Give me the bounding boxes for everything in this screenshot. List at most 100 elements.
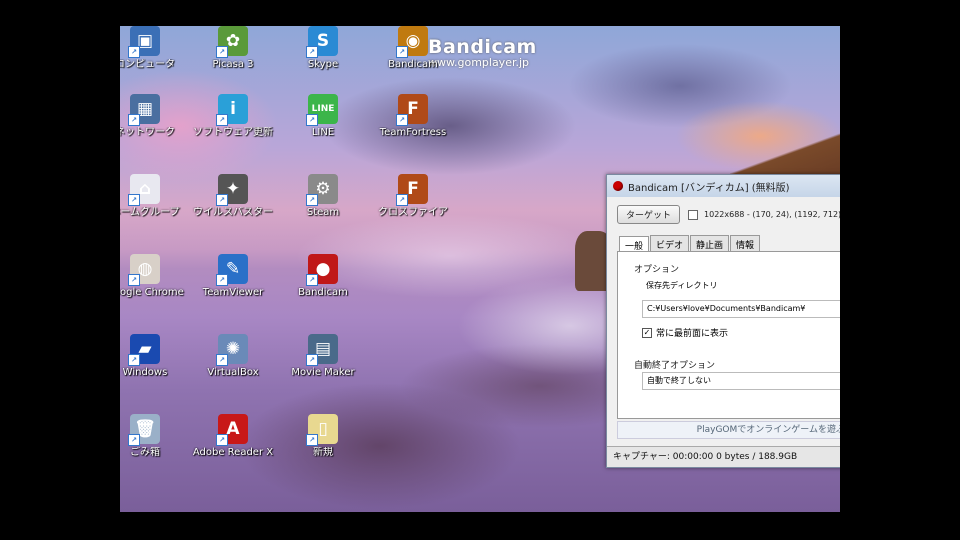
virtualbox-icon: ✺ ↗ xyxy=(216,334,248,366)
recycle-bin-icon: 🗑 ↗ xyxy=(128,414,160,446)
desktop-icon-label: ごみ箱 xyxy=(130,447,160,458)
always-on-top-row[interactable]: ✓ 常に最前面に表示 xyxy=(642,326,728,339)
general-panel: オプション 保存先ディレクトリ C:¥Users¥love¥Documents¥… xyxy=(617,251,840,419)
network-icon: ▦ ↗ xyxy=(128,94,160,126)
desktop-icon[interactable]: ◍↗Google Chrome xyxy=(120,254,190,299)
shortcut-arrow-icon: ↗ xyxy=(306,46,318,58)
shortcut-arrow-icon: ↗ xyxy=(396,114,408,126)
shortcut-arrow-icon: ↗ xyxy=(216,354,228,366)
windows-icon: ▰ ↗ xyxy=(128,334,160,366)
desktop-icon-label: LINE xyxy=(311,127,335,138)
shortcut-arrow-icon: ↗ xyxy=(216,194,228,206)
desktop-icon[interactable]: ◉ ↗ Bandicam xyxy=(368,26,458,71)
bandicam-window[interactable]: Bandicam [バンディカム] (無料版) ターゲット 1022x688 -… xyxy=(606,174,840,468)
info-icon: i ↗ xyxy=(216,94,248,126)
desktop-icon[interactable]: ✺ ↗ VirtualBox xyxy=(188,334,278,379)
desktop-icon-label: Skype xyxy=(307,59,339,70)
target-bar: ターゲット 1022x688 - (170, 24), (1192, 712) xyxy=(617,205,840,224)
desktop-icon-label: Steam xyxy=(306,207,340,218)
desktop-icon-label: TeamViewer xyxy=(202,287,264,298)
desktop-icon-label: Windows xyxy=(122,367,168,378)
desktop-icon-label: VirtualBox xyxy=(207,367,259,378)
options-group-label: オプション xyxy=(634,265,680,275)
desktop-icon[interactable]: i ↗ ソフトウェア更新 xyxy=(188,94,278,139)
shortcut-arrow-icon: ↗ xyxy=(216,434,228,446)
line-icon: LINE ↗ xyxy=(306,94,338,126)
save-dir-field[interactable]: C:¥Users¥love¥Documents¥Bandicam¥ xyxy=(642,300,840,318)
desktop-icon-label: ネットワーク xyxy=(120,127,175,138)
movie-maker-icon: ▤ ↗ xyxy=(306,334,338,366)
desktop-icon-label: 新規 xyxy=(313,447,333,458)
photo-app-icon: ✿ ↗ xyxy=(216,26,248,58)
chrome-icon: ◍ ↗ xyxy=(128,254,160,286)
desktop-icon-label: ウイルスバスター xyxy=(193,207,273,218)
antivirus-icon: ✦ ↗ xyxy=(216,174,248,206)
window-titlebar[interactable]: Bandicam [バンディカム] (無料版) xyxy=(607,175,840,197)
skype-icon: S ↗ xyxy=(306,26,338,58)
desktop-icon[interactable]: 🗑 ↗ ごみ箱 xyxy=(120,414,190,459)
bandicam-icon: ◉ ↗ xyxy=(396,26,428,58)
desktop-icon-label: Bandicam xyxy=(298,287,348,298)
shortcut-arrow-icon: ↗ xyxy=(396,194,408,206)
shortcut-arrow-icon: ↗ xyxy=(216,114,228,126)
desktop-icon-label: クロスファイア xyxy=(378,207,448,218)
desktop-icon[interactable]: ⚙ ↗ Steam xyxy=(278,174,368,219)
desktop-icon-label: Bandicam xyxy=(388,59,438,70)
desktop-icon[interactable]: ▯ ↗ 新規 xyxy=(278,414,368,459)
shortcut-arrow-icon: ↗ xyxy=(306,114,318,126)
desktop-icon-label: Picasa 3 xyxy=(212,59,254,70)
status-bar: キャプチャー: 00:00:00 0 bytes / 188.9GB xyxy=(607,446,840,467)
shortcut-arrow-icon: ↗ xyxy=(128,194,140,206)
game-icon: F ↗ xyxy=(396,94,428,126)
desktop-icon-label: Google Chrome xyxy=(120,287,184,298)
desktop-icon[interactable]: ● ↗ Bandicam xyxy=(278,254,368,299)
adobe-reader-icon: A ↗ xyxy=(216,414,248,446)
playgom-banner[interactable]: PlayGOMでオンラインゲームを遊ぶ xyxy=(617,421,840,439)
shortcut-arrow-icon: ↗ xyxy=(128,114,140,126)
desktop-icon-label: コンピュータ xyxy=(120,59,175,70)
always-on-top-label: 常に最前面に表示 xyxy=(656,329,729,339)
shortcut-arrow-icon: ↗ xyxy=(216,46,228,58)
steam-icon: ⚙ ↗ xyxy=(306,174,338,206)
shortcut-arrow-icon: ↗ xyxy=(128,274,140,286)
shortcut-arrow-icon: ↗ xyxy=(306,354,318,366)
desktop-icon[interactable]: ▤ ↗ Movie Maker xyxy=(278,334,368,379)
desktop-icon[interactable]: ▦ ↗ ネットワーク xyxy=(120,94,190,139)
record-icon: ● ↗ xyxy=(306,254,338,286)
desktop-icon[interactable]: LINE ↗ LINE xyxy=(278,94,368,139)
teamviewer-icon: ✎ ↗ xyxy=(216,254,248,286)
desktop-icon[interactable]: F ↗ クロスファイア xyxy=(368,174,458,219)
desktop-icon-label: ソフトウェア更新 xyxy=(193,127,273,138)
auto-end-select[interactable]: 自動で終了しない xyxy=(642,372,840,390)
desktop-icon[interactable]: A ↗ Adobe Reader X xyxy=(188,414,278,459)
home-icon: ⌂ ↗ xyxy=(128,174,160,206)
folder-icon: ▯ ↗ xyxy=(306,414,338,446)
target-info: 1022x688 - (170, 24), (1192, 712) xyxy=(704,210,840,219)
desktop-icon-label: Adobe Reader X xyxy=(192,447,274,458)
shortcut-arrow-icon: ↗ xyxy=(216,274,228,286)
shortcut-arrow-icon: ↗ xyxy=(306,274,318,286)
always-on-top-checkbox[interactable]: ✓ xyxy=(642,327,652,338)
desktop-icon[interactable]: ✦ ↗ ウイルスバスター xyxy=(188,174,278,219)
target-button[interactable]: ターゲット xyxy=(617,205,681,224)
shortcut-arrow-icon: ↗ xyxy=(306,194,318,206)
desktop-icon[interactable]: F ↗ TeamFortress xyxy=(368,94,458,139)
bandicam-app-icon xyxy=(613,181,623,191)
shortcut-arrow-icon: ↗ xyxy=(128,434,140,446)
target-checkbox[interactable] xyxy=(688,209,699,220)
computer-icon: ▣ ↗ xyxy=(128,26,160,58)
desktop-icon[interactable]: S ↗ Skype xyxy=(278,26,368,71)
desktop-icon-label: ホームグループ xyxy=(120,207,180,218)
desktop-icon[interactable]: ✿ ↗ Picasa 3 xyxy=(188,26,278,71)
desktop: Bandicam www.gomplayer.jp ▣ ↗ コンピュータ ✿ ↗ Pica… xyxy=(120,26,840,512)
desktop-icon[interactable]: ▰ ↗ Windows xyxy=(120,334,190,379)
shortcut-arrow-icon: ↗ xyxy=(128,354,140,366)
desktop-icon[interactable]: ▣ ↗ コンピュータ xyxy=(120,26,190,71)
window-title: Bandicam [バンディカム] (無料版) xyxy=(628,182,790,194)
desktop-icon-label: Movie Maker xyxy=(291,367,355,378)
shortcut-arrow-icon: ↗ xyxy=(396,46,408,58)
shortcut-arrow-icon: ↗ xyxy=(128,46,140,58)
auto-end-group-label: 自動終了オプション xyxy=(634,361,716,371)
desktop-icon[interactable]: ✎ ↗ TeamViewer xyxy=(188,254,278,299)
desktop-icon[interactable]: ⌂↗ホームグループ xyxy=(120,174,190,219)
